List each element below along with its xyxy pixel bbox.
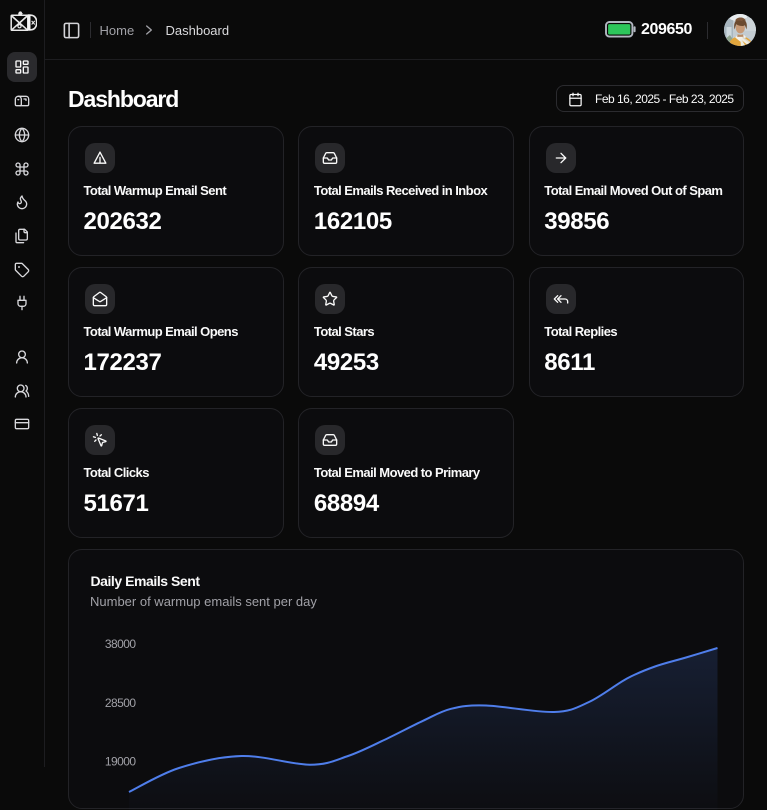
svg-text:28500: 28500 xyxy=(105,696,136,710)
svg-text:38000: 38000 xyxy=(105,637,136,651)
svg-text:19000: 19000 xyxy=(105,755,136,769)
